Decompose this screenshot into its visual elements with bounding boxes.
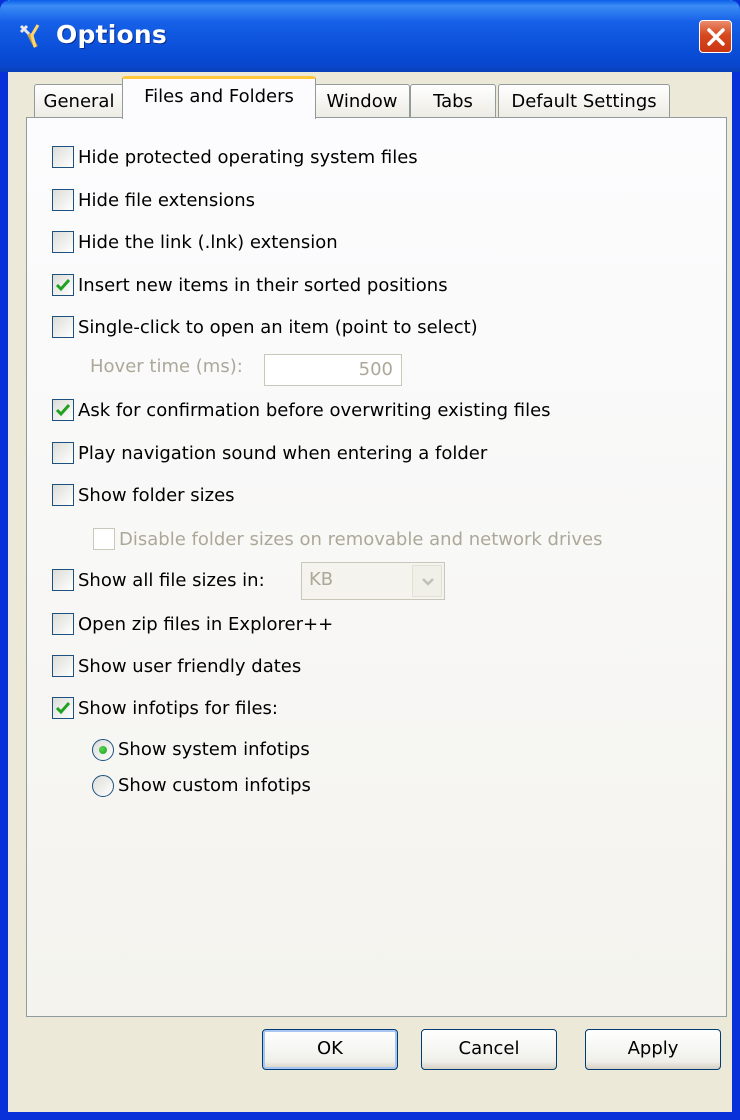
- chevron-down-icon: [422, 578, 434, 586]
- checkbox[interactable]: [52, 569, 74, 591]
- radio[interactable]: [92, 775, 114, 797]
- option-label: Ask for confirmation before overwriting …: [78, 400, 551, 421]
- close-button[interactable]: [699, 20, 732, 53]
- close-icon: [707, 28, 725, 46]
- check-icon: [55, 279, 71, 292]
- tab-strip: General Files and Folders Window Tabs De…: [30, 76, 730, 119]
- dropdown-button[interactable]: [412, 565, 442, 597]
- ok-button[interactable]: OK: [262, 1029, 398, 1070]
- checkbox-disabled[interactable]: [93, 528, 115, 550]
- file-size-unit-select[interactable]: KB: [301, 562, 445, 600]
- option-label: Show all file sizes in:: [78, 570, 265, 591]
- option-label: Open zip files in Explorer++: [78, 614, 334, 635]
- window-title: Options: [56, 20, 167, 49]
- option-label: Single-click to open an item (point to s…: [78, 317, 478, 338]
- tab-window[interactable]: Window: [314, 84, 410, 118]
- checkbox[interactable]: [52, 316, 74, 338]
- option-label: Hide file extensions: [78, 190, 256, 211]
- file-size-unit-value: KB: [309, 569, 334, 590]
- checkbox[interactable]: [52, 613, 74, 635]
- option-label: Hide the link (.lnk) extension: [78, 232, 338, 253]
- apply-button[interactable]: Apply: [585, 1029, 721, 1070]
- option-label: Show custom infotips: [118, 775, 311, 796]
- tab-tabs[interactable]: Tabs: [410, 84, 496, 118]
- checkbox[interactable]: [52, 484, 74, 506]
- tab-label: Tabs: [433, 91, 473, 112]
- check-icon: [55, 404, 71, 417]
- checkbox-checked[interactable]: [52, 274, 74, 296]
- checkbox[interactable]: [52, 442, 74, 464]
- tab-default-settings[interactable]: Default Settings: [498, 84, 670, 118]
- checkbox-checked[interactable]: [52, 697, 74, 719]
- option-label: Show folder sizes: [78, 485, 235, 506]
- checkbox[interactable]: [52, 146, 74, 168]
- tab-label: Files and Folders: [144, 86, 294, 107]
- hover-time-input[interactable]: 500: [264, 354, 402, 386]
- tab-label: Window: [326, 91, 398, 112]
- radio-selected[interactable]: [92, 739, 114, 761]
- option-label: Show user friendly dates: [78, 656, 302, 677]
- option-label: Hide protected operating system files: [78, 147, 418, 168]
- option-label: Show infotips for files:: [78, 698, 278, 719]
- tab-files-and-folders[interactable]: Files and Folders: [122, 76, 316, 119]
- checkbox-checked[interactable]: [52, 399, 74, 421]
- checkbox[interactable]: [52, 231, 74, 253]
- title-bar[interactable]: Options: [0, 0, 740, 72]
- hover-time-label: Hover time (ms):: [90, 356, 243, 377]
- tools-icon: [18, 23, 44, 49]
- option-label: Insert new items in their sorted positio…: [78, 275, 448, 296]
- option-label: Disable folder sizes on removable and ne…: [119, 529, 603, 550]
- option-label: Play navigation sound when entering a fo…: [78, 443, 488, 464]
- tab-label: Default Settings: [511, 91, 657, 112]
- radio-dot: [99, 746, 107, 754]
- tab-general[interactable]: General: [34, 84, 124, 118]
- hover-time-value: 500: [358, 359, 393, 380]
- option-label: Show system infotips: [118, 739, 310, 760]
- cancel-button[interactable]: Cancel: [421, 1029, 557, 1070]
- checkbox[interactable]: [52, 655, 74, 677]
- tab-label: General: [43, 91, 115, 112]
- check-icon: [55, 702, 71, 715]
- checkbox[interactable]: [52, 189, 74, 211]
